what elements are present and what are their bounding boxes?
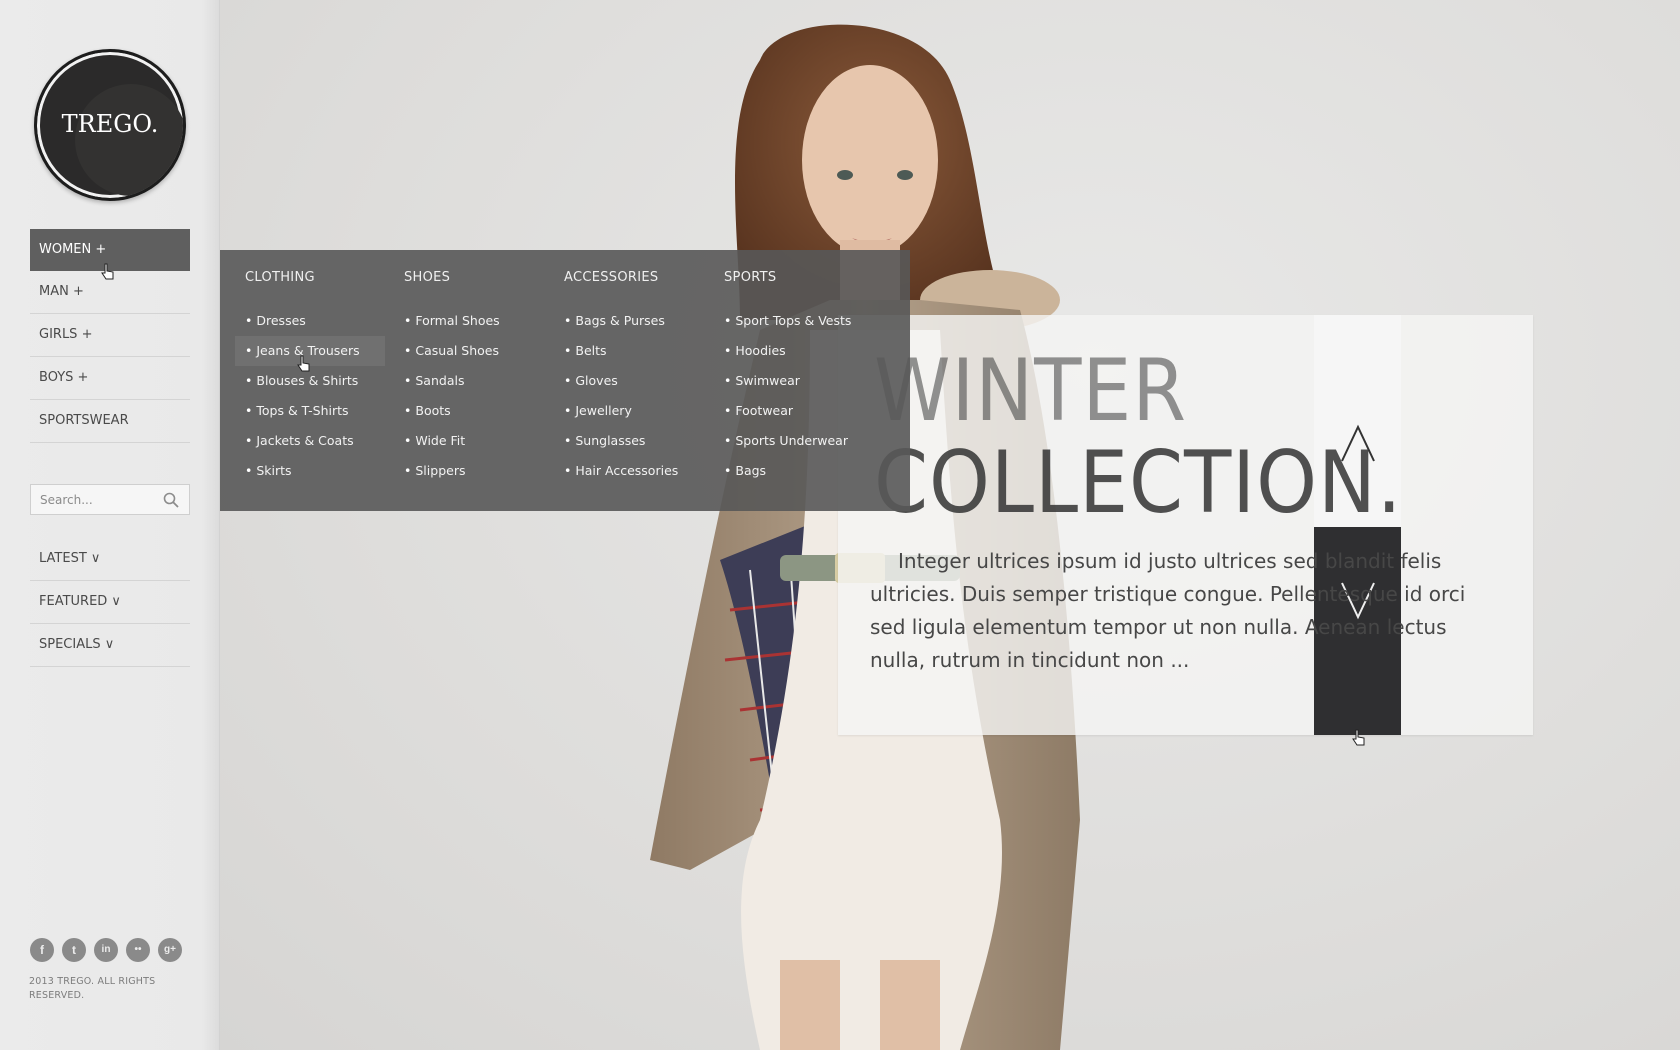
mega-menu: CLOTHING Dresses Jeans & Trousers Blouse… — [220, 250, 910, 511]
menu-column-sports: SPORTS Sport Tops & Vests Hoodies Swimwe… — [699, 270, 859, 486]
menu-item[interactable]: Sandals — [379, 366, 539, 396]
flickr-icon[interactable]: •• — [126, 938, 150, 962]
nav-item-specials[interactable]: SPECIALS ∨ — [30, 624, 190, 667]
menu-item[interactable]: Slippers — [379, 456, 539, 486]
nav-item-boys[interactable]: BOYS + — [30, 357, 190, 400]
logo-text: TREGO. — [61, 110, 159, 138]
search-box — [30, 484, 190, 515]
menu-item[interactable]: Tops & T-Shirts — [220, 396, 380, 426]
nav-item-featured[interactable]: FEATURED ∨ — [30, 581, 190, 624]
menu-item[interactable]: Jewellery — [539, 396, 699, 426]
menu-heading-sports: SPORTS — [724, 270, 777, 285]
menu-item[interactable]: Sunglasses — [539, 426, 699, 456]
menu-item[interactable]: Jackets & Coats — [220, 426, 380, 456]
menu-item[interactable]: Swimwear — [699, 366, 859, 396]
copyright: 2013 TREGO. ALL RIGHTS RESERVED. — [29, 976, 156, 1001]
menu-item[interactable]: Wide Fit — [379, 426, 539, 456]
sidebar: TREGO. WOMEN + MAN + GIRLS + BOYS + SPOR… — [0, 0, 220, 1050]
linkedin-icon[interactable]: in — [94, 938, 118, 962]
nav-item-girls[interactable]: GIRLS + — [30, 314, 190, 357]
menu-item[interactable]: Hoodies — [699, 336, 859, 366]
menu-item[interactable]: Bags & Purses — [539, 306, 699, 336]
menu-item[interactable]: Skirts — [220, 456, 380, 486]
search-input[interactable] — [31, 485, 151, 514]
menu-column-clothing: CLOTHING Dresses Jeans & Trousers Blouse… — [220, 270, 385, 486]
menu-item[interactable]: Footwear — [699, 396, 859, 426]
twitter-icon[interactable]: t — [62, 938, 86, 962]
nav-item-man[interactable]: MAN + — [30, 271, 190, 314]
main-nav: WOMEN + MAN + GIRLS + BOYS + SPORTSWEAR — [30, 229, 190, 443]
google-plus-icon[interactable]: g+ — [158, 938, 182, 962]
menu-column-shoes: SHOES Formal Shoes Casual Shoes Sandals … — [379, 270, 539, 486]
slide-title-line1: WINTER — [874, 341, 1188, 441]
menu-item[interactable]: Gloves — [539, 366, 699, 396]
secondary-nav: LATEST ∨ FEATURED ∨ SPECIALS ∨ — [30, 538, 190, 667]
search-icon[interactable] — [163, 492, 179, 508]
menu-heading-shoes: SHOES — [404, 270, 451, 285]
facebook-icon[interactable]: f — [30, 938, 54, 962]
menu-item[interactable]: Belts — [539, 336, 699, 366]
nav-item-latest[interactable]: LATEST ∨ — [30, 538, 190, 581]
menu-item[interactable]: Casual Shoes — [379, 336, 539, 366]
social-links: f t in •• g+ — [30, 938, 182, 962]
menu-item[interactable]: Boots — [379, 396, 539, 426]
menu-heading-accessories: ACCESSORIES — [564, 270, 659, 285]
logo[interactable]: TREGO. — [34, 49, 186, 201]
menu-heading-clothing: CLOTHING — [245, 270, 315, 285]
nav-item-women[interactable]: WOMEN + — [30, 229, 190, 271]
menu-column-accessories: ACCESSORIES Bags & Purses Belts Gloves J… — [539, 270, 699, 486]
slide-title: WINTER COLLECTION. — [874, 345, 1514, 529]
slide-title-line2: COLLECTION. — [874, 433, 1403, 533]
menu-item[interactable]: Sport Tops & Vests — [699, 306, 859, 336]
menu-item-hovered[interactable]: Jeans & Trousers — [235, 336, 385, 366]
menu-item[interactable]: Dresses — [220, 306, 380, 336]
slide-description: Integer ultrices ipsum id justo ultrices… — [870, 549, 1466, 672]
menu-item[interactable]: Formal Shoes — [379, 306, 539, 336]
menu-item[interactable]: Hair Accessories — [539, 456, 699, 486]
hero-slider: WINTER COLLECTION. Integer ultrices ipsu… — [220, 0, 1680, 1050]
menu-item[interactable]: Bags — [699, 456, 859, 486]
nav-item-sportswear[interactable]: SPORTSWEAR — [30, 400, 190, 443]
menu-item[interactable]: Sports Underwear — [699, 426, 859, 456]
menu-item[interactable]: Blouses & Shirts — [220, 366, 380, 396]
